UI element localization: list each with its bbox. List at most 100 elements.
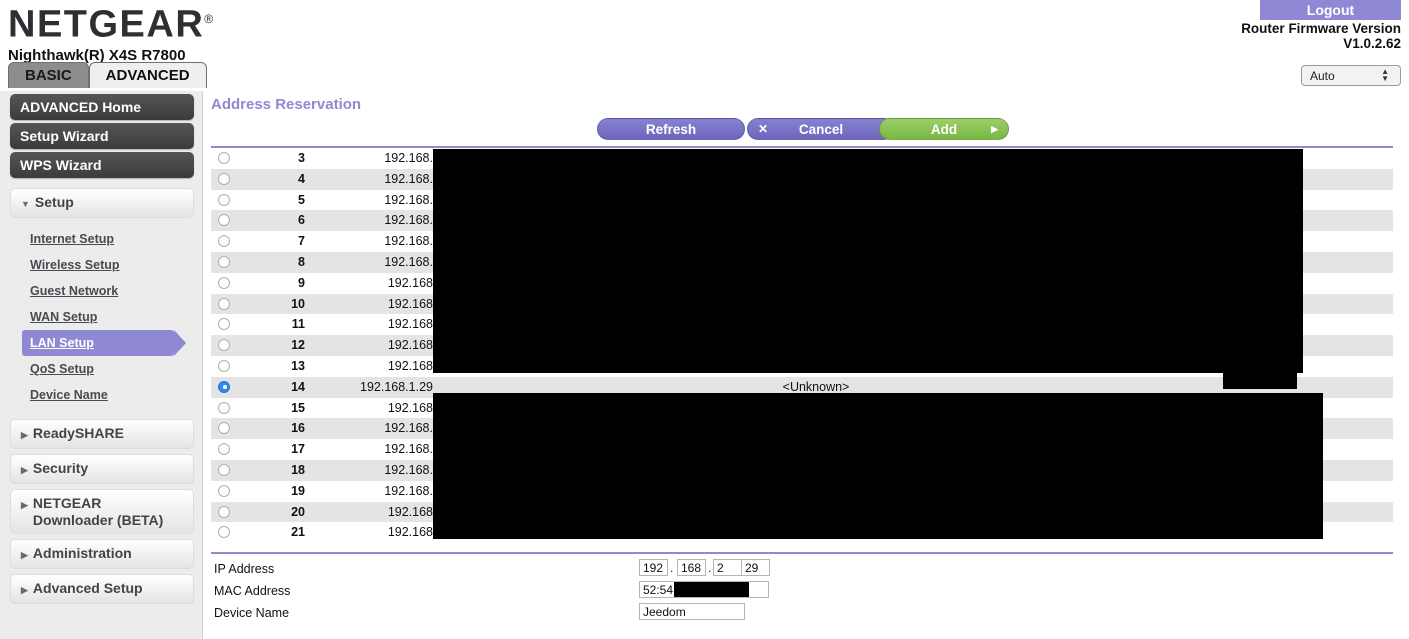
sidebar-item-qos-setup[interactable]: QoS Setup <box>30 356 194 382</box>
row-radio-button[interactable] <box>218 526 231 539</box>
row-ip-address: 192.168. <box>384 192 433 207</box>
radio-unselected-icon <box>218 214 230 227</box>
radio-unselected-icon <box>218 463 230 476</box>
language-select[interactable]: Auto <box>1301 65 1401 86</box>
sidebar-setup-sublinks: Internet Setup Wireless Setup Guest Netw… <box>0 226 202 408</box>
radio-unselected-icon <box>218 401 230 414</box>
radio-unselected-icon <box>218 172 230 185</box>
sidebar-item-setup-wizard[interactable]: Setup Wizard <box>10 123 194 149</box>
sidebar-group-readyshare[interactable]: ▶ ReadySHARE <box>10 419 194 449</box>
close-icon: ✕ <box>758 122 769 136</box>
main-content: Address Reservation Refresh ✕ Cancel Add… <box>211 91 1409 639</box>
radio-unselected-icon <box>218 318 230 331</box>
sidebar-group-setup[interactable]: ▼ Setup <box>10 188 194 218</box>
device-name-input[interactable] <box>639 603 745 620</box>
row-ip-address: 192.168 <box>387 400 433 415</box>
ip-address-row: IP Address . . . <box>211 559 1393 580</box>
row-ip-address: 192.168 <box>387 525 433 540</box>
ip-octet-1-input[interactable] <box>639 559 668 576</box>
sidebar-item-guest-network[interactable]: Guest Network <box>30 278 194 304</box>
chevron-right-icon: ▶ <box>21 500 28 510</box>
row-ip-address: 192.168 <box>387 338 433 353</box>
radio-unselected-icon <box>218 193 230 206</box>
row-ip-address: 192.168.1.29 <box>360 379 433 394</box>
row-radio-button[interactable] <box>218 359 231 373</box>
row-ip-address: 192.168. <box>384 151 433 165</box>
row-radio-button[interactable] <box>218 255 231 269</box>
sidebar-item-device-name[interactable]: Device Name <box>30 382 194 408</box>
row-ip-address: 192.168 <box>387 296 433 311</box>
row-ip-address: 192.168. <box>384 483 433 498</box>
mac-address-row: MAC Address <box>211 581 1393 602</box>
row-radio-button[interactable] <box>218 463 231 477</box>
row-index: 3 <box>298 151 305 165</box>
row-ip-address: 192.168. <box>384 213 433 228</box>
row-radio-button[interactable] <box>218 214 231 227</box>
reservation-form: IP Address . . . MAC Address Device Name <box>211 559 1393 625</box>
row-radio-button[interactable] <box>218 505 231 519</box>
ip-octet-3-input[interactable] <box>713 559 742 576</box>
tab-basic[interactable]: BASIC <box>8 62 89 88</box>
sidebar-item-internet-setup[interactable]: Internet Setup <box>30 226 194 252</box>
row-index: 19 <box>291 483 305 498</box>
radio-unselected-icon <box>218 339 230 352</box>
row-radio-button[interactable] <box>218 422 231 435</box>
row-radio-button[interactable] <box>218 339 231 352</box>
router-admin-page: NETGEAR® Nighthawk(R) X4S R7800 Logout R… <box>0 0 1409 639</box>
chevron-down-icon: ▼ <box>21 199 30 209</box>
row-radio-button[interactable] <box>218 235 231 248</box>
chevron-right-icon: ▶ <box>21 465 28 475</box>
sidebar-group-advanced-setup-label: Advanced Setup <box>32 580 143 596</box>
sidebar-group-advanced-setup[interactable]: ▶ Advanced Setup <box>10 574 194 604</box>
sidebar-item-wps-wizard[interactable]: WPS Wizard <box>10 152 194 178</box>
row-index: 14 <box>291 379 305 394</box>
row-radio-button[interactable] <box>218 401 231 415</box>
redaction-block-mac-field <box>674 582 749 597</box>
tab-advanced[interactable]: ADVANCED <box>88 62 207 88</box>
row-index: 16 <box>291 421 305 436</box>
add-button[interactable]: Add ▶ <box>879 118 1009 140</box>
sidebar-item-lan-setup[interactable]: LAN Setup <box>22 330 186 356</box>
row-radio-button[interactable] <box>218 318 231 331</box>
sidebar-group-security[interactable]: ▶ Security <box>10 454 194 484</box>
chevron-right-icon: ▶ <box>21 550 28 560</box>
logout-button[interactable]: Logout <box>1260 0 1401 20</box>
sidebar-item-wan-setup[interactable]: WAN Setup <box>30 304 194 330</box>
row-radio-button[interactable] <box>218 380 231 394</box>
row-radio-button[interactable] <box>218 484 231 498</box>
sidebar-group-netgear-downloader-label: NETGEAR Downloader (BETA) <box>32 495 164 528</box>
radio-unselected-icon <box>218 505 230 518</box>
cancel-button[interactable]: ✕ Cancel <box>747 118 895 140</box>
sidebar-group-administration[interactable]: ▶ Administration <box>10 539 194 569</box>
chevron-right-icon: ▶ <box>21 430 28 440</box>
row-radio-button[interactable] <box>218 193 231 207</box>
sidebar-group-administration-label: Administration <box>32 545 132 561</box>
row-radio-button[interactable] <box>218 297 231 311</box>
row-ip-address: 192.168. <box>384 442 433 457</box>
ip-octet-2-input[interactable] <box>677 559 706 576</box>
row-radio-button[interactable] <box>218 276 231 290</box>
redaction-block-upper <box>433 149 1303 373</box>
netgear-logo: NETGEAR® <box>8 3 215 46</box>
action-button-row: Refresh ✕ Cancel Add ▶ <box>211 118 1393 140</box>
row-radio-button[interactable] <box>218 172 231 186</box>
sidebar-group-readyshare-label: ReadySHARE <box>32 425 124 441</box>
radio-unselected-icon <box>218 235 230 248</box>
refresh-button[interactable]: Refresh <box>597 118 745 140</box>
row-index: 21 <box>291 525 305 540</box>
radio-unselected-icon <box>218 443 230 456</box>
brand-block: NETGEAR® Nighthawk(R) X4S R7800 <box>8 0 215 64</box>
sidebar-group-netgear-downloader[interactable]: ▶ NETGEAR Downloader (BETA) <box>10 489 194 534</box>
row-index: 12 <box>291 338 305 353</box>
main-tabs: BASIC ADVANCED <box>8 62 207 90</box>
sidebar-item-wireless-setup[interactable]: Wireless Setup <box>30 252 194 278</box>
sidebar-item-advanced-home[interactable]: ADVANCED Home <box>10 94 194 120</box>
page-title: Address Reservation <box>211 96 362 113</box>
ip-address-label: IP Address <box>214 562 275 576</box>
ip-octet-4-input[interactable] <box>741 559 770 576</box>
row-ip-address: 192.168 <box>387 504 433 519</box>
row-index: 6 <box>298 213 305 228</box>
row-radio-button[interactable] <box>218 443 231 456</box>
row-radio-button[interactable] <box>218 152 231 165</box>
radio-unselected-icon <box>218 484 230 497</box>
